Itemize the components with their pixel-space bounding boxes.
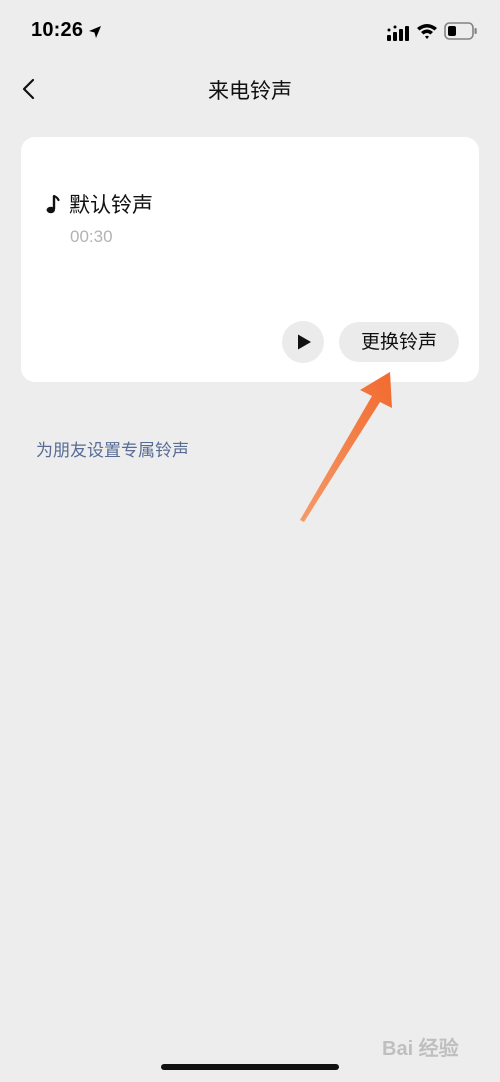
play-button[interactable] bbox=[282, 321, 324, 363]
change-ringtone-button[interactable]: 更换铃声 bbox=[339, 322, 459, 362]
wifi-icon bbox=[416, 22, 438, 40]
ringtone-duration: 00:30 bbox=[70, 227, 113, 246]
music-note-icon bbox=[45, 194, 61, 216]
page-title: 来电铃声 bbox=[208, 79, 292, 103]
ringtone-card: 默认铃声 00:30 更换铃声 bbox=[21, 137, 479, 382]
cellular-signal-icon bbox=[387, 25, 411, 41]
home-indicator[interactable] bbox=[161, 1064, 339, 1070]
location-arrow-icon bbox=[88, 24, 102, 38]
watermark-text: Bai 经验 bbox=[382, 1038, 459, 1060]
set-friend-ringtone-link[interactable]: 为朋友设置专属铃声 bbox=[36, 436, 189, 461]
battery-icon bbox=[444, 21, 478, 41]
ringtone-name: 默认铃声 bbox=[69, 193, 153, 217]
status-time: 10:26 bbox=[31, 19, 84, 41]
status-bar: 10:26 bbox=[0, 0, 500, 64]
navigation-bar: 来电铃声 bbox=[0, 64, 500, 114]
annotation-arrow-icon bbox=[300, 372, 392, 522]
watermark: Bai 经验 bbox=[368, 1024, 488, 1064]
